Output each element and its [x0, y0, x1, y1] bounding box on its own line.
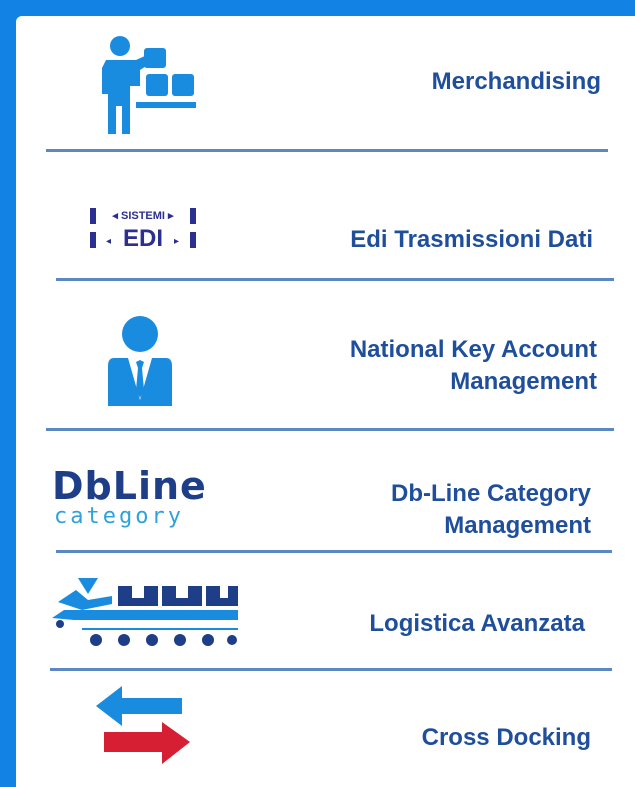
service-item-key-account[interactable]: National Key Account Management	[16, 280, 635, 430]
logistica-label: Logistica Avanzata	[369, 610, 585, 637]
outer-frame: Merchandising ◂ SISTEMI ▸ EDI ◂ ▸ Edi Tr…	[0, 0, 635, 787]
cross-docking-arrows-icon	[96, 686, 190, 766]
svg-text:EDI: EDI	[123, 225, 163, 252]
key-account-person-icon	[108, 316, 172, 406]
dbline-logo: DbLine category	[52, 466, 242, 532]
key-account-label-line1: National Key Account	[349, 336, 597, 363]
service-item-dbline[interactable]: DbLine category Db-Line Category Managem…	[16, 430, 635, 552]
dbline-logo-main: DbLine	[52, 464, 207, 508]
svg-text:▸: ▸	[174, 236, 179, 247]
edi-icon: ◂ SISTEMI ▸ EDI ◂ ▸	[88, 204, 198, 252]
service-item-merchandising[interactable]: Merchandising	[16, 16, 635, 152]
merchandising-icon	[96, 34, 196, 134]
services-panel: Merchandising ◂ SISTEMI ▸ EDI ◂ ▸ Edi Tr…	[16, 16, 635, 787]
dbline-label: Db-Line Category Management	[391, 478, 591, 542]
merchandising-label: Merchandising	[431, 68, 601, 95]
service-item-cross-docking[interactable]: Cross Docking	[16, 670, 635, 787]
key-account-label-line2: Management	[450, 368, 597, 395]
cross-docking-label: Cross Docking	[421, 724, 591, 751]
dbline-logo-sub: category	[54, 504, 184, 529]
logistics-conveyor-icon	[52, 576, 238, 652]
dbline-label-line2: Management	[444, 512, 591, 539]
svg-text:◂ SISTEMI ▸: ◂ SISTEMI ▸	[111, 210, 174, 222]
svg-text:◂: ◂	[106, 236, 111, 247]
service-item-edi[interactable]: ◂ SISTEMI ▸ EDI ◂ ▸ Edi Trasmissioni Dat…	[16, 152, 635, 280]
edi-label: Edi Trasmissioni Dati	[350, 226, 593, 253]
dbline-label-line1: Db-Line Category	[390, 480, 591, 507]
service-item-logistica[interactable]: Logistica Avanzata	[16, 552, 635, 672]
key-account-label: National Key Account Management	[350, 334, 597, 398]
